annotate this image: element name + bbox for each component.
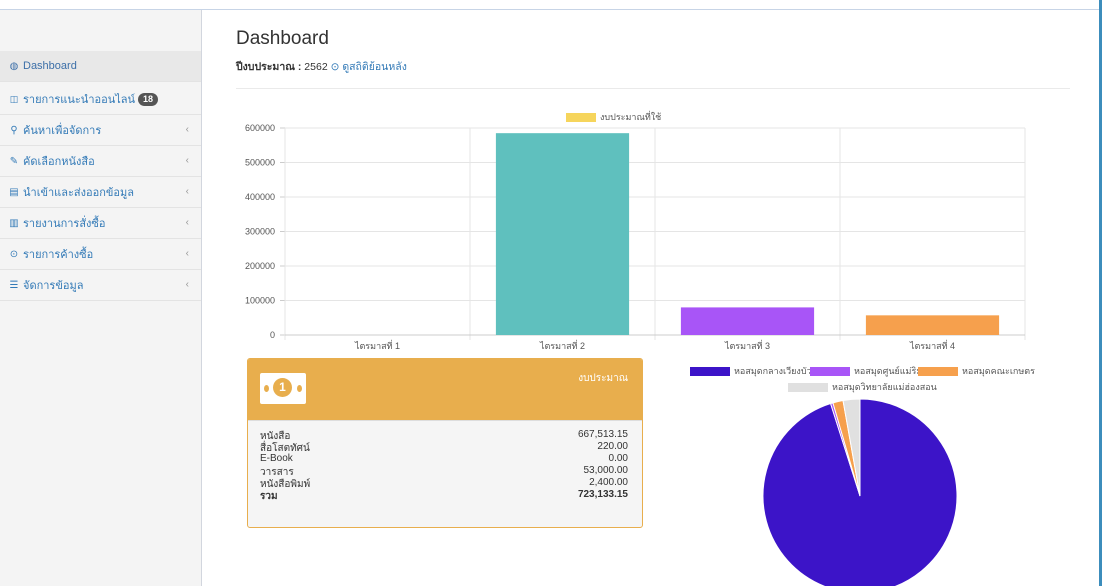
coin-icon: 1: [273, 378, 292, 397]
y-tick-label: 500000: [245, 158, 275, 168]
budget-row: หนังสือ 667,513.15: [260, 429, 628, 442]
edit-icon: ✎: [9, 155, 19, 167]
clock-icon: ⊙: [9, 248, 19, 260]
budget-row-value: 53,000.00: [583, 465, 629, 476]
legend-label: หอสมุดวิทยาลัยแม่ฮ่องสอน: [832, 382, 937, 392]
chevron-left-icon: ‹: [185, 186, 189, 197]
bar: [865, 315, 1000, 335]
sidebar-item-manage-data[interactable]: ☰ จัดการข้อมูล ‹: [0, 270, 201, 301]
budget-card-body: หนังสือ 667,513.15 สื่อโสตทัศน์ 220.00 E…: [248, 420, 642, 527]
y-tick-label: 600000: [245, 123, 275, 133]
budget-row-value: 0.00: [608, 453, 628, 464]
budget-row: สื่อโสตทัศน์ 220.00: [260, 441, 628, 454]
sidebar-item-label: รายการค้างซื้อ: [23, 249, 94, 261]
budget-year-line: ปีงบประมาณ : 2562 ⊙ ดูสถิติย้อนหลัง: [236, 58, 407, 75]
budget-total-row: รวม 723,133.15: [260, 489, 628, 502]
y-tick-label: 100000: [245, 296, 275, 306]
budget-row: E-Book 0.00: [260, 453, 628, 465]
x-tick-label: ไตรมาสที่ 4: [909, 339, 955, 351]
legend-swatch: [690, 366, 730, 376]
legend-swatch: [918, 366, 958, 376]
sidebar-item-select-books[interactable]: ✎ คัดเลือกหนังสือ ‹: [0, 146, 201, 177]
legend-label: หอสมุดคณะเกษตร: [962, 366, 1035, 376]
x-tick-label: ไตรมาสที่ 1: [354, 339, 400, 351]
pie-legend-item: หอสมุดคณะเกษตร: [918, 364, 1035, 378]
chevron-left-icon: ‹: [185, 124, 189, 135]
count-badge: 18: [138, 92, 159, 106]
budget-card-header: 1 งบประมาณ: [248, 359, 642, 420]
divider: [236, 88, 1070, 89]
pie-legend-item: หอสมุดวิทยาลัยแม่ฮ่องสอน: [788, 380, 937, 394]
sliders-icon: ☰: [9, 279, 19, 291]
budget-row-label: E-Book: [260, 453, 293, 464]
money-notch: [264, 385, 269, 392]
budget-year-label: ปีงบประมาณ :: [236, 61, 302, 73]
sidebar-item-dashboard[interactable]: ◍ Dashboard: [0, 51, 201, 82]
budget-card-title: งบประมาณ: [578, 373, 628, 384]
sidebar-item-label: นำเข้าและส่งออกข้อมูล: [23, 187, 134, 199]
x-tick-label: ไตรมาสที่ 3: [724, 339, 770, 351]
sidebar-item-label: รายงานการสั่งซื้อ: [23, 218, 106, 230]
sidebar-item-label: คัดเลือกหนังสือ: [23, 156, 95, 168]
money-notch: [297, 385, 302, 392]
sidebar-item-label: Dashboard: [23, 60, 77, 72]
pie-legend-item: หอสมุดศูนย์แม่ริม: [810, 364, 922, 378]
chevron-left-icon: ‹: [185, 279, 189, 290]
chevron-left-icon: ‹: [185, 248, 189, 259]
budget-row: หนังสือพิมพ์ 2,400.00: [260, 477, 628, 490]
chevron-left-icon: ‹: [185, 155, 189, 166]
clock-icon: ⊙: [330, 61, 340, 73]
money-icon: 1: [260, 373, 306, 404]
bar-chart-icon: ▥: [9, 217, 19, 229]
bar: [680, 307, 815, 335]
bar: [495, 133, 630, 335]
sidebar-item-label: จัดการข้อมูล: [23, 280, 84, 292]
sidebar-item-label: ค้นหาเพื่อจัดการ: [23, 125, 102, 137]
budget-row-value: 2,400.00: [589, 477, 628, 488]
sidebar-item-search-manage[interactable]: ⚲ ค้นหาเพื่อจัดการ ‹: [0, 115, 201, 146]
budget-total-label: รวม: [260, 491, 278, 502]
x-tick-label: ไตรมาสที่ 2: [539, 339, 585, 351]
chevron-left-icon: ‹: [185, 217, 189, 228]
pie-chart: [762, 398, 958, 586]
legend-swatch: [788, 382, 828, 392]
y-tick-label: 0: [270, 330, 275, 340]
database-icon: ▤: [9, 186, 19, 198]
legend-swatch: [810, 366, 850, 376]
search-icon: ⚲: [10, 124, 18, 136]
y-tick-label: 300000: [245, 227, 275, 237]
budget-total-value: 723,133.15: [577, 489, 628, 500]
history-link-label: ดูสถิติย้อนหลัง: [342, 61, 407, 73]
legend-label: หอสมุดศูนย์แม่ริม: [854, 366, 923, 376]
cart-icon: ◫: [9, 93, 19, 104]
top-bar: [0, 0, 1102, 10]
budget-card: 1 งบประมาณ หนังสือ 667,513.15 สื่อโสตทัศ…: [247, 358, 643, 528]
bar-chart: 0 100000 200000 300000 400000 500000 600000 ไตร…: [245, 123, 1026, 351]
sidebar: ◍ Dashboard ◫ รายการแนะนำออนไลน์ 18 ⚲ ค้…: [0, 10, 202, 586]
dashboard-icon: ◍: [9, 60, 19, 72]
sidebar-item-pending-orders[interactable]: ⊙ รายการค้างซื้อ ‹: [0, 239, 201, 270]
pie-legend-item: หอสมุดกลางเวียงบัว: [690, 364, 812, 378]
sidebar-item-label: รายการแนะนำออนไลน์: [23, 94, 136, 106]
sidebar-item-import-export[interactable]: ▤ นำเข้าและส่งออกข้อมูล ‹: [0, 177, 201, 208]
page-title: Dashboard: [236, 28, 329, 49]
y-tick-label: 200000: [245, 261, 275, 271]
budget-row-value: 667,513.15: [577, 429, 628, 440]
sidebar-item-online-recommendations[interactable]: ◫ รายการแนะนำออนไลน์ 18: [0, 84, 201, 115]
budget-year-value: 2562: [304, 61, 328, 73]
legend-label: หอสมุดกลางเวียงบัว: [734, 366, 812, 376]
sidebar-item-order-report[interactable]: ▥ รายงานการสั่งซื้อ ‹: [0, 208, 201, 239]
budget-row-value: 220.00: [597, 441, 628, 452]
budget-row: วารสาร 53,000.00: [260, 465, 629, 478]
history-link[interactable]: ⊙ ดูสถิติย้อนหลัง: [331, 61, 407, 73]
y-tick-label: 400000: [245, 192, 275, 202]
